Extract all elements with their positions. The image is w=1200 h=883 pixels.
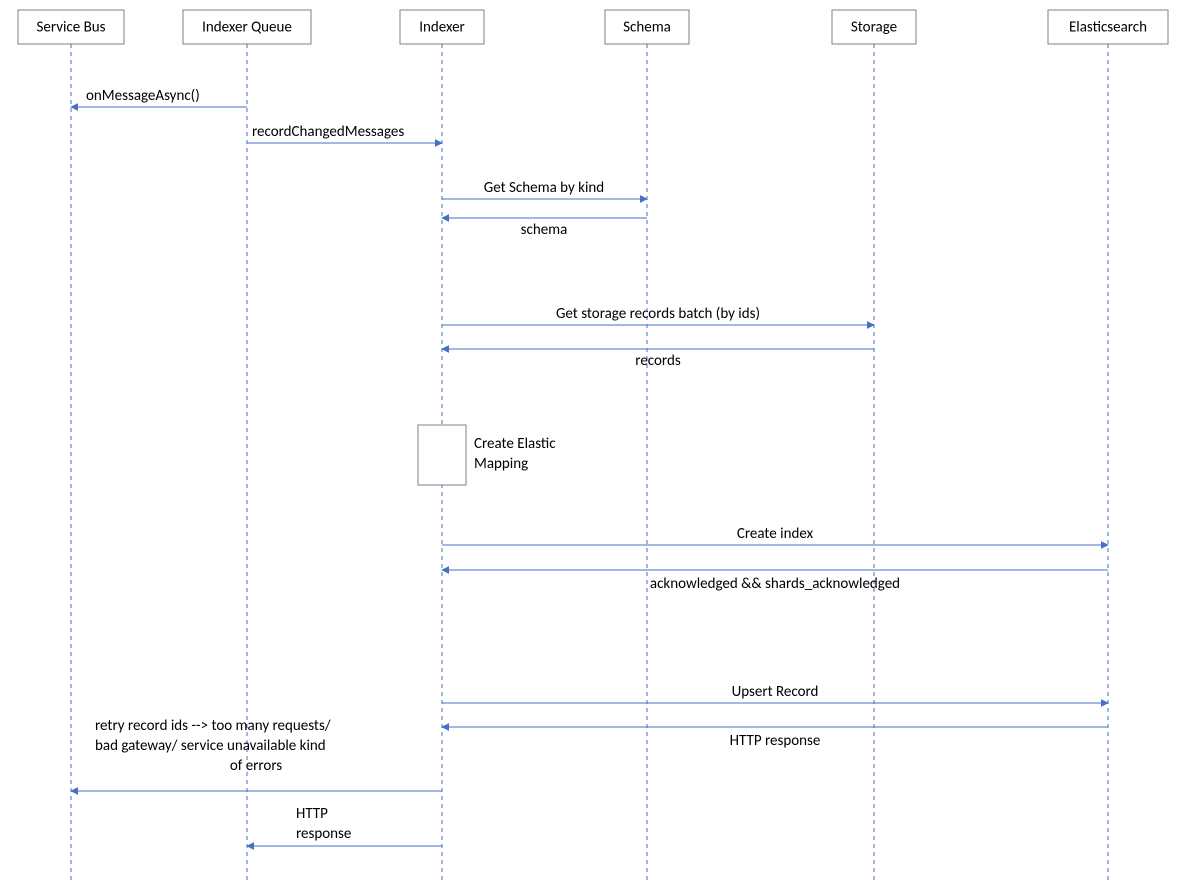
msg-record-changed: recordChangedMessages [247, 123, 442, 143]
participant-label: Service Bus [36, 19, 105, 37]
msg-http-resp: HTTP response [442, 727, 1108, 750]
note-create-elastic-mapping: Create Elastic Mapping [418, 425, 556, 485]
participant-label: Elasticsearch [1069, 19, 1147, 37]
participant-schema: Schema [605, 10, 689, 880]
svg-text:schema: schema [521, 221, 568, 239]
msg-get-storage: Get storage records batch (by ids) [442, 305, 874, 325]
svg-text:acknowledged && shards_acknowl: acknowledged && shards_acknowledged [650, 575, 900, 593]
svg-text:of errors: of errors [230, 757, 282, 775]
sequence-diagram: Service Bus Indexer Queue Indexer Schema… [0, 0, 1200, 883]
msg-http-resp2: HTTP response [247, 805, 442, 846]
participant-elasticsearch: Elasticsearch [1048, 10, 1168, 880]
participant-label: Schema [623, 19, 671, 37]
svg-text:Upsert Record: Upsert Record [732, 683, 819, 701]
msg-records-resp: records [442, 349, 874, 370]
msg-ack: acknowledged && shards_acknowledged [442, 570, 1108, 593]
svg-text:Get storage records batch (by: Get storage records batch (by ids) [556, 305, 760, 323]
participant-label: Storage [851, 19, 897, 37]
svg-text:Create Elastic: Create Elastic [474, 435, 556, 453]
msg-create-index: Create index [442, 525, 1108, 545]
participant-storage: Storage [832, 10, 916, 880]
msg-upsert: Upsert Record [442, 683, 1108, 703]
msg-on-message-async: onMessageAsync() [71, 87, 247, 107]
svg-text:Mapping: Mapping [474, 455, 528, 473]
participant-label: Indexer Queue [202, 19, 292, 37]
svg-text:onMessageAsync(): onMessageAsync() [86, 87, 200, 105]
svg-text:Create index: Create index [737, 525, 814, 543]
msg-schema-resp: schema [442, 218, 647, 239]
svg-text:recordChangedMessages: recordChangedMessages [252, 123, 404, 141]
svg-text:bad gateway/ service unavailab: bad gateway/ service unavailable kind [95, 737, 326, 755]
svg-text:Get Schema by kind: Get Schema by kind [484, 179, 604, 197]
svg-text:retry record ids --> too many: retry record ids --> too many requests/ [95, 717, 331, 735]
msg-get-schema: Get Schema by kind [442, 179, 647, 199]
svg-text:records: records [635, 352, 681, 370]
msg-retry: retry record ids --> too many requests/ … [71, 717, 442, 791]
svg-text:HTTP response: HTTP response [730, 732, 821, 750]
participant-label: Indexer [419, 19, 465, 37]
svg-text:response: response [296, 825, 351, 843]
svg-text:HTTP: HTTP [296, 805, 328, 823]
